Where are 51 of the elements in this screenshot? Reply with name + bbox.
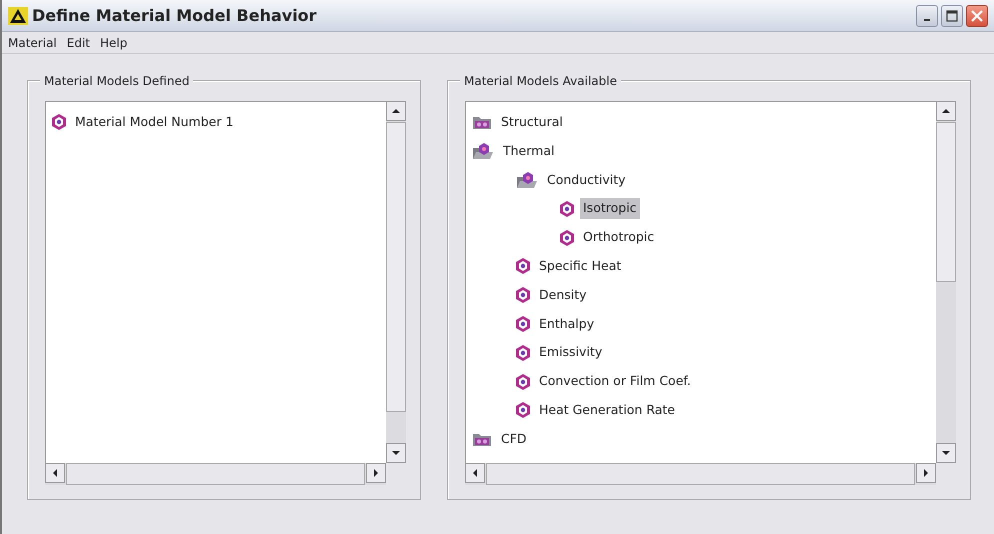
material-model-icon (560, 230, 574, 246)
tree-item[interactable]: Heat Generation Rate (536, 400, 678, 421)
tree-item[interactable]: CFD (498, 428, 530, 450)
maximize-icon (946, 10, 958, 22)
close-button[interactable] (966, 4, 988, 26)
tree-item[interactable]: Enthalpy (536, 314, 598, 334)
scroll-thumb[interactable] (936, 122, 956, 282)
material-model-icon (52, 114, 66, 130)
arrow-right-icon (371, 468, 381, 478)
menu-item[interactable]: Help (100, 34, 128, 52)
material-model-icon (516, 316, 530, 332)
tree-item[interactable]: Material Model Number 1 (72, 112, 236, 133)
material-model-icon (516, 402, 530, 418)
vertical-scrollbar[interactable] (386, 101, 406, 463)
tree-item[interactable]: Convection or Film Coef. (536, 371, 694, 392)
tree-item[interactable]: Conductivity (544, 170, 629, 190)
arrow-up-icon (391, 106, 401, 116)
menu-item[interactable]: Material (8, 34, 57, 52)
scroll-thumb[interactable] (386, 122, 406, 412)
maximize-button[interactable] (940, 4, 963, 26)
app-logo-icon (8, 6, 28, 24)
scroll-up-button[interactable] (936, 101, 956, 121)
arrow-down-icon (941, 448, 951, 458)
material-model-icon (516, 344, 530, 361)
menu-item[interactable]: Edit (66, 34, 90, 52)
scroll-up-button[interactable] (386, 101, 406, 121)
material-model-icon (516, 258, 530, 274)
tree-item[interactable]: Density (536, 284, 590, 306)
close-icon (971, 10, 983, 22)
scroll-right-button[interactable] (366, 463, 386, 483)
arrow-right-icon (921, 468, 931, 478)
tree-item[interactable]: Structural (498, 112, 566, 133)
material-model-icon (516, 374, 530, 390)
scroll-down-button[interactable] (386, 443, 406, 463)
tree-item[interactable]: Specific Heat (536, 256, 624, 277)
scroll-left-button[interactable] (465, 463, 485, 483)
scroll-down-button[interactable] (936, 443, 956, 463)
minimize-icon (924, 18, 930, 20)
material-model-icon (516, 287, 530, 304)
tree-item[interactable]: Isotropic (580, 198, 640, 220)
material-model-icon (560, 200, 574, 217)
tree-item[interactable]: Emissivity (536, 342, 606, 364)
arrow-up-icon (941, 106, 951, 116)
scroll-right-button[interactable] (916, 463, 936, 483)
scroll-left-button[interactable] (45, 463, 65, 483)
window-title: Define Material Model Behavior (32, 4, 317, 26)
tree-item[interactable]: Orthotropic (580, 227, 658, 248)
arrow-down-icon (391, 448, 401, 458)
tree-item[interactable]: Thermal (500, 140, 558, 162)
minimize-button[interactable] (916, 4, 938, 26)
vertical-scrollbar[interactable] (936, 101, 956, 463)
